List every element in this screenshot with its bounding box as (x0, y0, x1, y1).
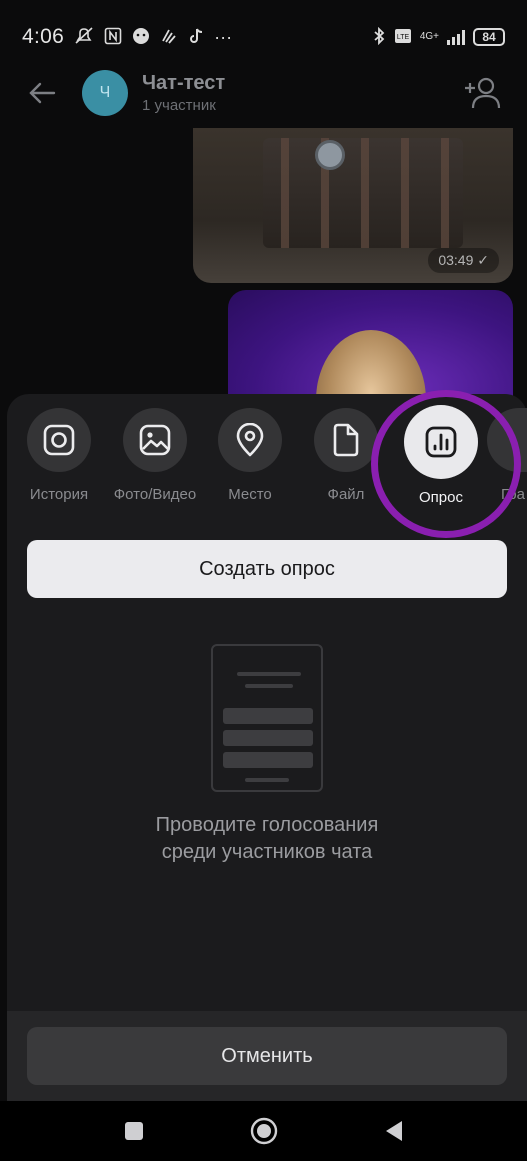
check-icon: ✓ (477, 252, 489, 268)
gesture-icon (160, 27, 178, 48)
svg-text:LTE: LTE (397, 34, 410, 41)
message-time: 03:49 (438, 252, 474, 268)
signal-strength-icon (447, 29, 465, 45)
back-arrow-icon[interactable] (24, 75, 60, 111)
volte-icon: LTE (394, 27, 412, 48)
status-time: 4:06 (22, 25, 65, 48)
poll-illustration (211, 644, 323, 792)
attach-label-photo-video: Фото/Видео (113, 486, 197, 503)
sheet-footer: Отменить (7, 1011, 527, 1101)
attach-label-location: Место (228, 486, 272, 503)
chat-app-icon (132, 27, 150, 48)
more-notifications-icon: ··· (214, 27, 233, 47)
attach-option-photo-video[interactable]: Фото/Видео (105, 408, 205, 503)
create-poll-button[interactable]: Создать опрос (27, 540, 507, 598)
recent-apps-icon[interactable] (114, 1111, 154, 1151)
attach-option-story[interactable]: История (9, 408, 109, 503)
bluetooth-icon (372, 26, 386, 48)
screen: 4:06 ··· LTE 4G+ 84 Ч Чат-тест 1 участни… (0, 0, 527, 1161)
attach-label-file: Файл (327, 486, 365, 503)
file-icon[interactable] (314, 408, 378, 472)
tiktok-icon (188, 27, 204, 48)
instagram-icon[interactable] (27, 408, 91, 472)
message-photo-pipes[interactable]: 03:49 ✓ (193, 128, 513, 283)
photo-meter-detail (315, 140, 345, 170)
back-icon[interactable] (374, 1111, 414, 1151)
message-time-badge: 03:49 ✓ (428, 248, 499, 273)
location-pin-icon[interactable] (218, 408, 282, 472)
image-icon[interactable] (123, 408, 187, 472)
muted-notification-icon (74, 26, 94, 48)
cancel-button[interactable]: Отменить (27, 1027, 507, 1085)
attach-label-story: История (29, 486, 89, 503)
chat-title[interactable]: Чат-тест (142, 72, 225, 95)
attach-option-location[interactable]: Место (200, 408, 300, 503)
add-user-icon[interactable] (463, 73, 503, 113)
navigation-bar (0, 1101, 527, 1161)
photo-content (263, 138, 463, 248)
battery-icon: 84 (473, 28, 505, 46)
nfc-icon (104, 27, 122, 48)
home-icon[interactable] (244, 1111, 284, 1151)
chat-header: Ч Чат-тест 1 участник (0, 60, 527, 126)
chat-subtitle: 1 участник (142, 97, 216, 114)
avatar[interactable]: Ч (82, 70, 128, 116)
avatar-letter: Ч (99, 84, 111, 101)
empty-state-text: Проводите голосования среди участников ч… (7, 812, 527, 866)
empty-state-line1: Проводите голосования (155, 814, 379, 836)
empty-state-line2: среди участников чата (161, 841, 373, 863)
network-type: 4G+ (419, 31, 439, 42)
highlight-circle-annotation (371, 390, 521, 538)
